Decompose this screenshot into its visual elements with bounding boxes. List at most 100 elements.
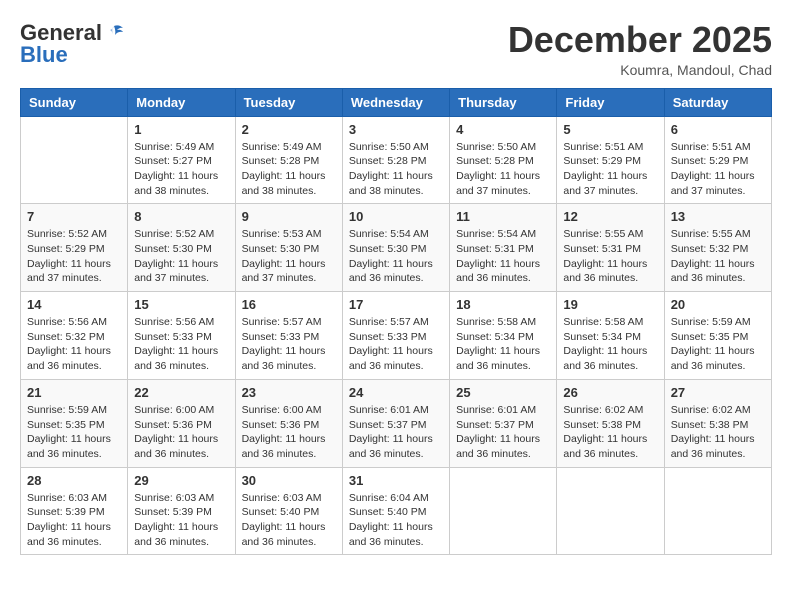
day-number: 13: [671, 209, 765, 224]
day-number: 29: [134, 473, 228, 488]
day-number: 27: [671, 385, 765, 400]
day-number: 17: [349, 297, 443, 312]
calendar-cell: 20Sunrise: 5:59 AM Sunset: 5:35 PM Dayli…: [664, 292, 771, 380]
day-info: Sunrise: 5:49 AM Sunset: 5:27 PM Dayligh…: [134, 140, 228, 199]
day-number: 18: [456, 297, 550, 312]
calendar-week-row: 21 Sunrise: 5:59 AM Sunset: 5:35 PM Dayli…: [21, 379, 772, 467]
calendar-cell: 11 Sunrise: 5:54 AM Sunset: 5:31 PM Dayli…: [450, 204, 557, 292]
calendar-cell: 28 Sunrise: 6:03 AM Sunset: 5:39 PM Dayli…: [21, 467, 128, 555]
day-info: Sunrise: 5:55 AM Sunset: 5:32 PM Dayligh…: [671, 227, 765, 286]
day-number: 16: [242, 297, 336, 312]
day-number: 15: [134, 297, 228, 312]
calendar-cell: 30 Sunrise: 6:03 AM Sunset: 5:40 PM Dayli…: [235, 467, 342, 555]
calendar-cell: 7Sunrise: 5:52 AM Sunset: 5:29 PM Daylig…: [21, 204, 128, 292]
calendar-cell: 15 Sunrise: 5:56 AM Sunset: 5:33 PM Dayli…: [128, 292, 235, 380]
calendar-header-tuesday: Tuesday: [235, 88, 342, 116]
day-number: 4: [456, 122, 550, 137]
page-header: General Blue December 2025 Koumra, Mando…: [20, 20, 772, 78]
calendar-cell: 3 Sunrise: 5:50 AM Sunset: 5:28 PM Daylig…: [342, 116, 449, 204]
day-info: Sunrise: 6:01 AM Sunset: 5:37 PM Dayligh…: [456, 403, 550, 462]
day-info: Sunrise: 5:59 AM Sunset: 5:35 PM Dayligh…: [671, 315, 765, 374]
day-number: 9: [242, 209, 336, 224]
day-number: 3: [349, 122, 443, 137]
day-info: Sunrise: 5:51 AM Sunset: 5:29 PM Dayligh…: [671, 140, 765, 199]
day-number: 28: [27, 473, 121, 488]
day-info: Sunrise: 5:54 AM Sunset: 5:31 PM Dayligh…: [456, 227, 550, 286]
day-info: Sunrise: 5:50 AM Sunset: 5:28 PM Dayligh…: [456, 140, 550, 199]
calendar-cell: 2Sunrise: 5:49 AM Sunset: 5:28 PM Daylig…: [235, 116, 342, 204]
day-info: Sunrise: 6:02 AM Sunset: 5:38 PM Dayligh…: [671, 403, 765, 462]
day-number: 22: [134, 385, 228, 400]
calendar-cell: 17Sunrise: 5:57 AM Sunset: 5:33 PM Dayli…: [342, 292, 449, 380]
calendar-cell: 6Sunrise: 5:51 AM Sunset: 5:29 PM Daylig…: [664, 116, 771, 204]
day-number: 12: [563, 209, 657, 224]
day-info: Sunrise: 6:04 AM Sunset: 5:40 PM Dayligh…: [349, 491, 443, 550]
calendar-cell: 13 Sunrise: 5:55 AM Sunset: 5:32 PM Dayli…: [664, 204, 771, 292]
calendar-header-monday: Monday: [128, 88, 235, 116]
calendar-cell: 1Sunrise: 5:49 AM Sunset: 5:27 PM Daylig…: [128, 116, 235, 204]
calendar-cell: 14Sunrise: 5:56 AM Sunset: 5:32 PM Dayli…: [21, 292, 128, 380]
day-info: Sunrise: 5:53 AM Sunset: 5:30 PM Dayligh…: [242, 227, 336, 286]
day-number: 30: [242, 473, 336, 488]
month-title: December 2025: [508, 20, 772, 60]
day-info: Sunrise: 6:02 AM Sunset: 5:38 PM Dayligh…: [563, 403, 657, 462]
day-info: Sunrise: 5:55 AM Sunset: 5:31 PM Dayligh…: [563, 227, 657, 286]
calendar-cell: 31 Sunrise: 6:04 AM Sunset: 5:40 PM Dayli…: [342, 467, 449, 555]
calendar-week-row: 14Sunrise: 5:56 AM Sunset: 5:32 PM Dayli…: [21, 292, 772, 380]
calendar-cell: 26 Sunrise: 6:02 AM Sunset: 5:38 PM Dayli…: [557, 379, 664, 467]
calendar-cell: 24Sunrise: 6:01 AM Sunset: 5:37 PM Dayli…: [342, 379, 449, 467]
day-number: 21: [27, 385, 121, 400]
calendar-week-row: 7Sunrise: 5:52 AM Sunset: 5:29 PM Daylig…: [21, 204, 772, 292]
day-info: Sunrise: 6:03 AM Sunset: 5:39 PM Dayligh…: [134, 491, 228, 550]
day-info: Sunrise: 5:52 AM Sunset: 5:30 PM Dayligh…: [134, 227, 228, 286]
calendar-cell: 27 Sunrise: 6:02 AM Sunset: 5:38 PM Dayli…: [664, 379, 771, 467]
day-info: Sunrise: 5:49 AM Sunset: 5:28 PM Dayligh…: [242, 140, 336, 199]
day-number: 8: [134, 209, 228, 224]
logo-bird-icon: [103, 22, 125, 44]
calendar-header-row: SundayMondayTuesdayWednesdayThursdayFrid…: [21, 88, 772, 116]
calendar-cell: [21, 116, 128, 204]
day-info: Sunrise: 6:01 AM Sunset: 5:37 PM Dayligh…: [349, 403, 443, 462]
calendar-header-thursday: Thursday: [450, 88, 557, 116]
logo: General Blue: [20, 20, 126, 68]
calendar-cell: [450, 467, 557, 555]
day-info: Sunrise: 6:03 AM Sunset: 5:39 PM Dayligh…: [27, 491, 121, 550]
day-info: Sunrise: 6:00 AM Sunset: 5:36 PM Dayligh…: [134, 403, 228, 462]
day-number: 5: [563, 122, 657, 137]
calendar-cell: 22 Sunrise: 6:00 AM Sunset: 5:36 PM Dayli…: [128, 379, 235, 467]
day-info: Sunrise: 6:00 AM Sunset: 5:36 PM Dayligh…: [242, 403, 336, 462]
calendar-cell: 4 Sunrise: 5:50 AM Sunset: 5:28 PM Daylig…: [450, 116, 557, 204]
day-info: Sunrise: 5:57 AM Sunset: 5:33 PM Dayligh…: [242, 315, 336, 374]
day-info: Sunrise: 5:50 AM Sunset: 5:28 PM Dayligh…: [349, 140, 443, 199]
calendar-cell: 5 Sunrise: 5:51 AM Sunset: 5:29 PM Daylig…: [557, 116, 664, 204]
calendar-cell: 12 Sunrise: 5:55 AM Sunset: 5:31 PM Dayli…: [557, 204, 664, 292]
day-number: 26: [563, 385, 657, 400]
calendar-table: SundayMondayTuesdayWednesdayThursdayFrid…: [20, 88, 772, 556]
calendar-cell: 10Sunrise: 5:54 AM Sunset: 5:30 PM Dayli…: [342, 204, 449, 292]
calendar-cell: [664, 467, 771, 555]
calendar-header-friday: Friday: [557, 88, 664, 116]
day-info: Sunrise: 5:56 AM Sunset: 5:33 PM Dayligh…: [134, 315, 228, 374]
day-info: Sunrise: 6:03 AM Sunset: 5:40 PM Dayligh…: [242, 491, 336, 550]
logo-blue: Blue: [20, 42, 68, 68]
day-info: Sunrise: 5:56 AM Sunset: 5:32 PM Dayligh…: [27, 315, 121, 374]
calendar-cell: 21 Sunrise: 5:59 AM Sunset: 5:35 PM Dayli…: [21, 379, 128, 467]
day-number: 23: [242, 385, 336, 400]
calendar-cell: 25Sunrise: 6:01 AM Sunset: 5:37 PM Dayli…: [450, 379, 557, 467]
location: Koumra, Mandoul, Chad: [508, 62, 772, 78]
day-info: Sunrise: 5:59 AM Sunset: 5:35 PM Dayligh…: [27, 403, 121, 462]
day-number: 7: [27, 209, 121, 224]
calendar-cell: 23 Sunrise: 6:00 AM Sunset: 5:36 PM Dayli…: [235, 379, 342, 467]
day-number: 10: [349, 209, 443, 224]
day-number: 11: [456, 209, 550, 224]
calendar-cell: 18 Sunrise: 5:58 AM Sunset: 5:34 PM Dayli…: [450, 292, 557, 380]
calendar-cell: 19Sunrise: 5:58 AM Sunset: 5:34 PM Dayli…: [557, 292, 664, 380]
day-info: Sunrise: 5:51 AM Sunset: 5:29 PM Dayligh…: [563, 140, 657, 199]
calendar-header-sunday: Sunday: [21, 88, 128, 116]
calendar-week-row: 28 Sunrise: 6:03 AM Sunset: 5:39 PM Dayli…: [21, 467, 772, 555]
title-block: December 2025 Koumra, Mandoul, Chad: [508, 20, 772, 78]
calendar-week-row: 1Sunrise: 5:49 AM Sunset: 5:27 PM Daylig…: [21, 116, 772, 204]
day-info: Sunrise: 5:58 AM Sunset: 5:34 PM Dayligh…: [456, 315, 550, 374]
calendar-header-wednesday: Wednesday: [342, 88, 449, 116]
day-number: 31: [349, 473, 443, 488]
